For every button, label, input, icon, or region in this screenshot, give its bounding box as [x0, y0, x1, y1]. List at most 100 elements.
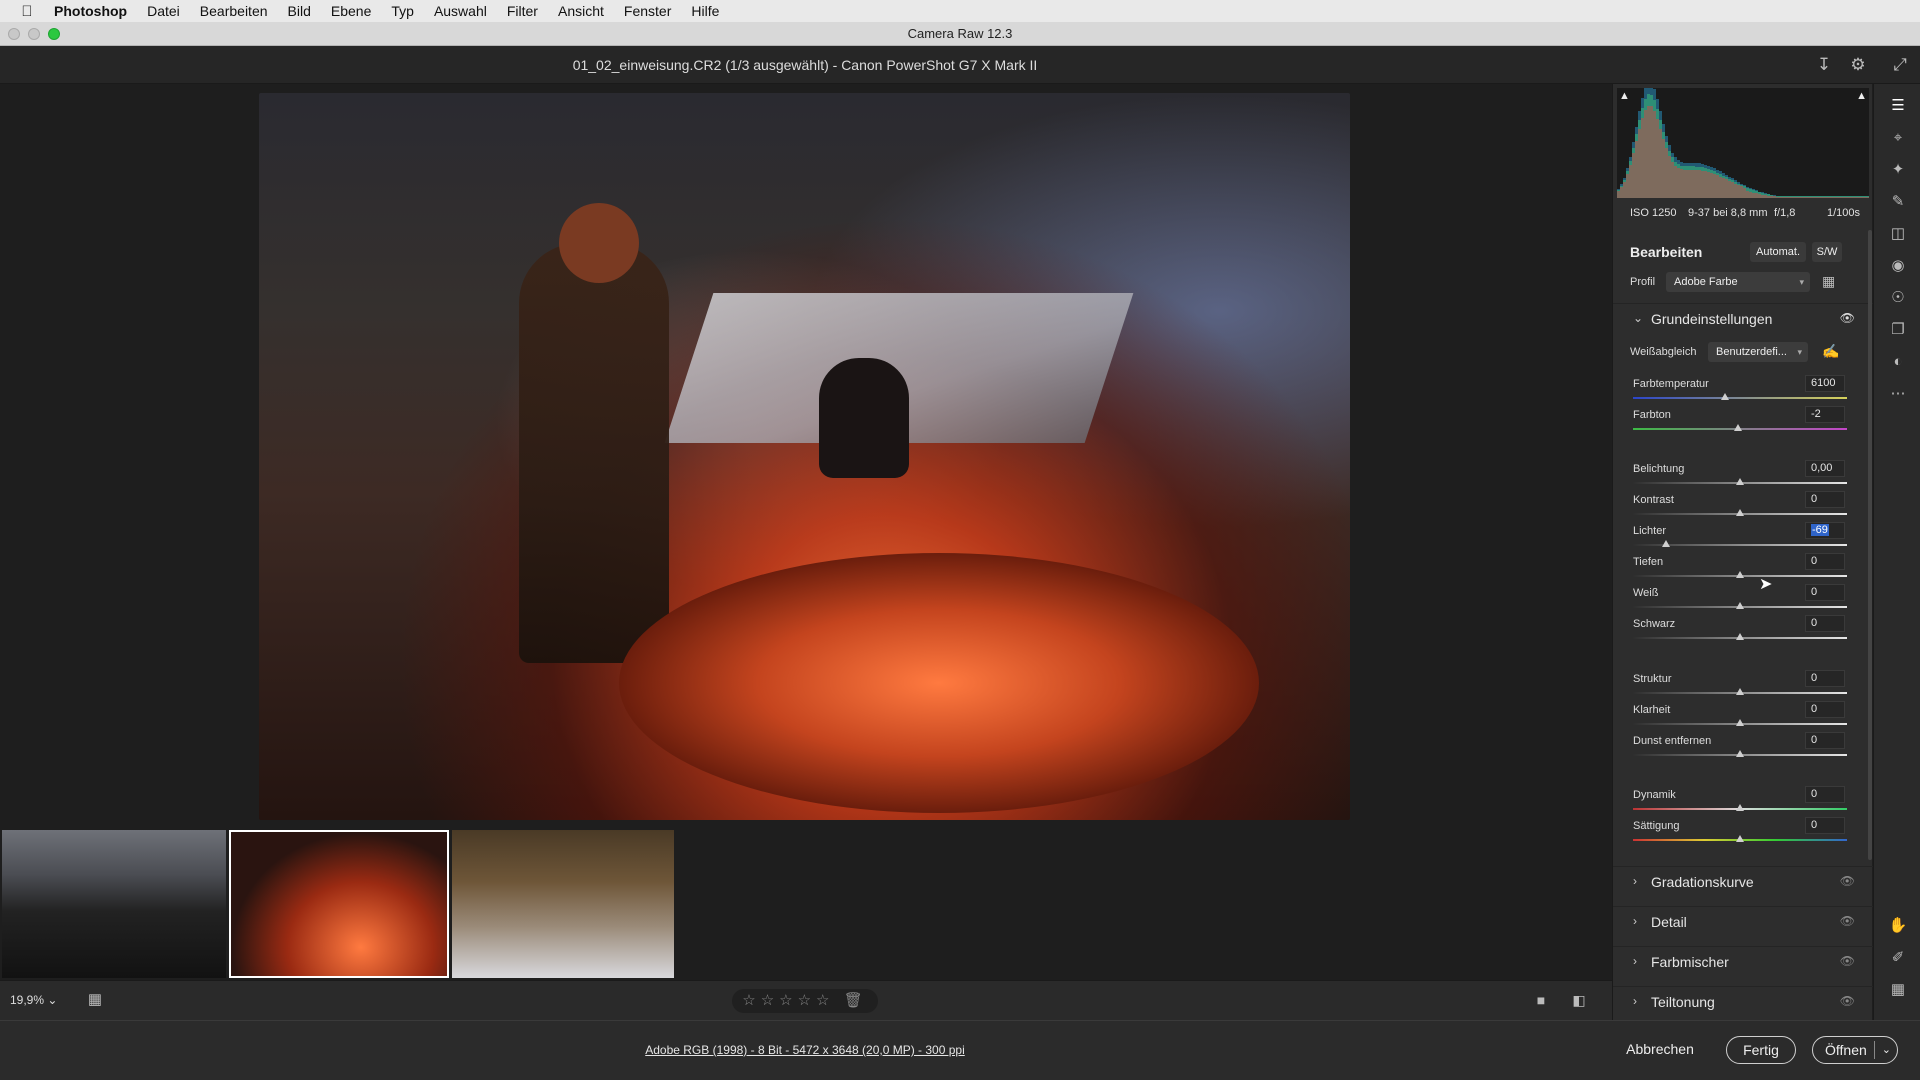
- slider-value-input[interactable]: -69: [1805, 522, 1845, 539]
- menu-hilfe[interactable]: Hilfe: [691, 3, 719, 19]
- grid-icon[interactable]: ▦: [1886, 978, 1910, 1002]
- slider-track[interactable]: [1633, 397, 1847, 399]
- color-sampler-icon[interactable]: ✐: [1886, 946, 1910, 970]
- bw-button[interactable]: S/W: [1812, 242, 1842, 262]
- filmstrip-thumbnail[interactable]: [452, 830, 674, 978]
- slider-value-input[interactable]: 0: [1805, 553, 1845, 570]
- filmstrip-options-icon[interactable]: ▦: [84, 989, 106, 1011]
- open-button[interactable]: Öffnen ⌄: [1812, 1036, 1898, 1064]
- menu-typ[interactable]: Typ: [391, 3, 414, 19]
- slider-value-input[interactable]: -2: [1805, 406, 1845, 423]
- slider-handle[interactable]: [1736, 804, 1744, 811]
- shadow-clipping-icon[interactable]: ▲: [1619, 90, 1630, 102]
- slider-value-input[interactable]: 6100: [1805, 375, 1845, 392]
- slider-value-input[interactable]: 0,00: [1805, 460, 1845, 477]
- eyedropper-icon[interactable]: ✍: [1822, 343, 1839, 360]
- slider-handle[interactable]: [1736, 571, 1744, 578]
- eye-icon[interactable]: 👁: [1840, 874, 1855, 888]
- presets-icon[interactable]: ◐: [1886, 350, 1910, 374]
- slider-value-input[interactable]: 0: [1805, 670, 1845, 687]
- menu-fenster[interactable]: Fenster: [624, 3, 671, 19]
- slider-handle[interactable]: [1736, 719, 1744, 726]
- image-preview-area[interactable]: [0, 84, 1612, 828]
- slider-lichter[interactable]: Lichter -69: [1633, 522, 1847, 553]
- slider-value-input[interactable]: 0: [1805, 491, 1845, 508]
- group-detail[interactable]: › Detail 👁: [1613, 906, 1873, 936]
- group-gradationskurve[interactable]: › Gradationskurve 👁: [1613, 866, 1873, 896]
- slider-farbton[interactable]: Farbton -2: [1633, 406, 1847, 437]
- rating-stars[interactable]: ☆☆☆☆☆ 🗑: [732, 989, 878, 1013]
- slider-handle[interactable]: [1662, 540, 1671, 547]
- adjustment-brush-icon[interactable]: ✎: [1886, 190, 1910, 214]
- group-grundeinstellungen[interactable]: ⌄ Grundeinstellungen 👁: [1613, 303, 1873, 333]
- slider-handle[interactable]: [1733, 424, 1742, 431]
- slider-dynamik[interactable]: Dynamik 0: [1633, 786, 1847, 817]
- edit-sliders-icon[interactable]: ☰: [1886, 94, 1910, 118]
- healing-brush-icon[interactable]: ✦: [1886, 158, 1910, 182]
- slider-handle[interactable]: [1736, 750, 1744, 757]
- slider-weiß[interactable]: Weiß 0: [1633, 584, 1847, 615]
- slider-handle[interactable]: [1736, 509, 1744, 516]
- eye-icon[interactable]: 👁: [1840, 994, 1855, 1008]
- auto-button[interactable]: Automat.: [1750, 242, 1806, 262]
- slider-tiefen[interactable]: Tiefen 0: [1633, 553, 1847, 584]
- slider-value-input[interactable]: 0: [1805, 786, 1845, 803]
- slider-struktur[interactable]: Struktur 0: [1633, 670, 1847, 701]
- crop-icon[interactable]: ⌖: [1886, 126, 1910, 150]
- profile-select[interactable]: Adobe Farbe ▾: [1666, 272, 1810, 292]
- hand-icon[interactable]: ✋: [1886, 914, 1910, 938]
- eye-icon[interactable]: 👁: [1840, 954, 1855, 968]
- cancel-button[interactable]: Abbrechen: [1620, 1036, 1700, 1064]
- gear-icon[interactable]: ⚙: [1847, 54, 1869, 76]
- radial-filter-icon[interactable]: ◉: [1886, 254, 1910, 278]
- white-balance-select[interactable]: Benutzerdefi... ▾: [1708, 342, 1808, 362]
- highlight-clipping-icon[interactable]: ▲: [1856, 90, 1867, 102]
- workflow-options-link[interactable]: Adobe RGB (1998) - 8 Bit - 5472 x 3648 (…: [0, 1043, 1610, 1057]
- eye-icon[interactable]: 👁: [1840, 914, 1855, 928]
- menu-photoshop[interactable]: Photoshop: [54, 3, 127, 19]
- group-teiltonung[interactable]: › Teiltonung 👁: [1613, 986, 1873, 1016]
- slider-handle[interactable]: [1736, 633, 1744, 640]
- slider-handle[interactable]: [1736, 602, 1744, 609]
- slider-belichtung[interactable]: Belichtung 0,00: [1633, 460, 1847, 491]
- chevron-down-icon[interactable]: ⌄: [1882, 1037, 1891, 1063]
- save-image-icon[interactable]: ↧: [1813, 54, 1835, 76]
- filmstrip-thumbnail-selected[interactable]: [229, 830, 449, 978]
- more-options-icon[interactable]: ⋯: [1886, 382, 1910, 406]
- slider-handle[interactable]: [1721, 393, 1730, 400]
- slider-schwarz[interactable]: Schwarz 0: [1633, 615, 1847, 646]
- slider-kontrast[interactable]: Kontrast 0: [1633, 491, 1847, 522]
- single-view-icon[interactable]: ■: [1530, 989, 1552, 1011]
- fullscreen-icon[interactable]: ⤢: [1889, 54, 1911, 76]
- slider-value-input[interactable]: 0: [1805, 615, 1845, 632]
- panel-scrollbar[interactable]: [1868, 230, 1872, 860]
- zoom-level-select[interactable]: 19,9% ⌄: [10, 993, 57, 1007]
- slider-handle[interactable]: [1736, 478, 1744, 485]
- slider-value-input[interactable]: 0: [1805, 701, 1845, 718]
- slider-farbtemperatur[interactable]: Farbtemperatur 6100: [1633, 375, 1847, 406]
- menu-filter[interactable]: Filter: [507, 3, 538, 19]
- profile-browser-icon[interactable]: ▦: [1822, 273, 1835, 290]
- eye-icon[interactable]: 👁: [1840, 311, 1855, 325]
- menu-auswahl[interactable]: Auswahl: [434, 3, 487, 19]
- slider-dunst-entfernen[interactable]: Dunst entfernen 0: [1633, 732, 1847, 763]
- graduated-filter-icon[interactable]: ◫: [1886, 222, 1910, 246]
- slider-sättigung[interactable]: Sättigung 0: [1633, 817, 1847, 848]
- preview-image[interactable]: [259, 93, 1350, 820]
- red-eye-icon[interactable]: ☉: [1886, 286, 1910, 310]
- compare-view-icon[interactable]: ◧: [1568, 989, 1590, 1011]
- trash-icon[interactable]: 🗑: [844, 992, 868, 1009]
- apple-menu-icon[interactable]: : [0, 3, 54, 20]
- snapshots-icon[interactable]: ❐: [1886, 318, 1910, 342]
- slider-value-input[interactable]: 0: [1805, 817, 1845, 834]
- menu-ebene[interactable]: Ebene: [331, 3, 371, 19]
- menu-datei[interactable]: Datei: [147, 3, 180, 19]
- slider-handle[interactable]: [1736, 688, 1744, 695]
- done-button[interactable]: Fertig: [1726, 1036, 1796, 1064]
- slider-handle[interactable]: [1736, 835, 1744, 842]
- menu-bearbeiten[interactable]: Bearbeiten: [200, 3, 268, 19]
- menu-ansicht[interactable]: Ansicht: [558, 3, 604, 19]
- slider-klarheit[interactable]: Klarheit 0: [1633, 701, 1847, 732]
- slider-value-input[interactable]: 0: [1805, 584, 1845, 601]
- filmstrip-thumbnail[interactable]: [2, 830, 226, 978]
